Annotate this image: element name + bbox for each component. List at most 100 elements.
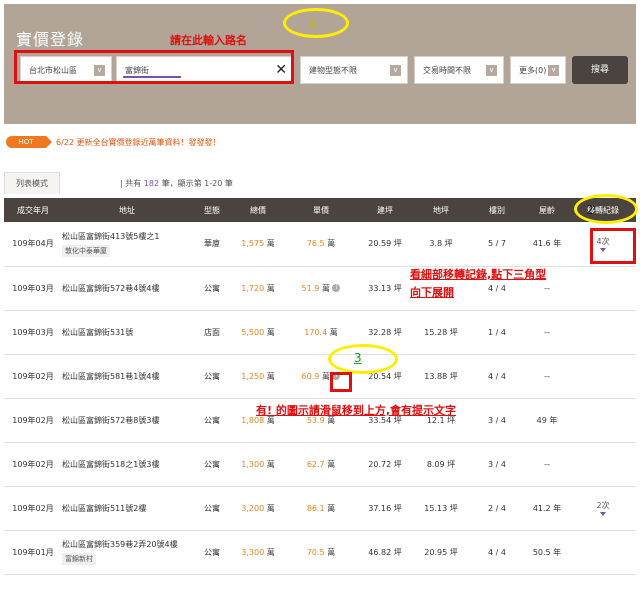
unit-label: 坪 [393, 371, 402, 381]
header-building-area[interactable]: 建坪 [358, 198, 412, 222]
community-tag[interactable]: 富錦新村 [62, 553, 96, 565]
header-land-area[interactable]: 地坪 [412, 198, 470, 222]
result-count-prefix: | 共有 [120, 179, 142, 188]
unit-label: 坪 [449, 327, 458, 337]
address-text[interactable]: 松山區富錦街413號5樓之1 [62, 231, 192, 242]
unit-price: 170.4 [304, 327, 328, 337]
cell-date: 109年02月 [4, 354, 62, 399]
annotation-expand-box [590, 228, 636, 264]
cell-land-area: 8.09 坪 [412, 442, 470, 487]
address-text[interactable]: 松山區富錦街572巷4號4樓 [62, 283, 192, 294]
unit-label: 萬 [327, 503, 336, 513]
cell-land-area: 20.95 坪 [412, 530, 470, 575]
cell-type: 華廈 [192, 222, 232, 267]
cell-transfer [570, 530, 636, 575]
chevron-down-icon: ∨ [548, 65, 559, 76]
unit-label: 坪 [393, 547, 402, 557]
total-price: 5,500 [241, 327, 265, 337]
address-text[interactable]: 松山區富錦街511號2樓 [62, 503, 192, 514]
header-age[interactable]: 屋齡 [524, 198, 570, 222]
cell-unit-price: 70.5 萬 [284, 530, 358, 575]
land-area: 3.8 [429, 239, 443, 249]
table-row[interactable]: 109年02月 松山區富錦街511號2樓 公寓 3,200 萬 86.1 萬 37.16 … [4, 486, 636, 531]
cell-unit-price: 86.1 萬 [284, 486, 358, 531]
cell-date: 109年03月 [4, 266, 62, 311]
trade-time-select[interactable]: 交易時間不限 ∨ [414, 56, 504, 84]
land-area: 8.09 [426, 459, 445, 469]
header-address[interactable]: 地址 [62, 198, 192, 222]
cell-address: 松山區富錦街511號2樓 [62, 486, 192, 531]
cell-building-area: 33.13 坪 [358, 266, 412, 311]
cell-transfer [570, 266, 636, 311]
cell-address: 松山區富錦街531號 [62, 310, 192, 355]
search-button[interactable]: 搜尋 [572, 56, 628, 84]
total-price: 1,720 [241, 283, 265, 293]
transfer-expand-toggle[interactable]: 2次 [596, 500, 610, 516]
address-text[interactable]: 松山區富錦街359巷2弄20號4樓 [62, 539, 192, 550]
total-price: 1,250 [241, 371, 265, 381]
hot-news-link[interactable]: 6/22 更新全台實價登錄近萬筆資料！發發發！ [56, 137, 221, 148]
building-area: 32.28 [368, 327, 392, 337]
table-row[interactable]: 109年03月 松山區富錦街531號 店面 5,500 萬 170.4 萬 32.28 坪… [4, 310, 636, 355]
address-text[interactable]: 松山區富錦街518之1號3樓 [62, 459, 192, 470]
cell-address: 松山區富錦街518之1號3樓 [62, 442, 192, 487]
table-row[interactable]: 109年01月 松山區富錦街359巷2弄20號4樓 富錦新村 公寓 3,300 萬 70.… [4, 530, 636, 575]
unit-label: 坪 [449, 371, 458, 381]
header-type[interactable]: 型態 [192, 198, 232, 222]
page-title: 實價登錄 [16, 30, 85, 49]
unit-label: 萬 [266, 459, 275, 469]
unit-label: 坪 [393, 239, 402, 249]
cell-unit-price: 51.9 萬 i [284, 266, 358, 311]
cell-unit-price: 62.7 萬 [284, 442, 358, 487]
cell-land-area: 15.28 坪 [412, 310, 470, 355]
table-row[interactable]: 109年04月 松山區富錦街413號5樓之1 敦化中泰華廈 華廈 1,575 萬 76.5… [4, 222, 636, 267]
unit-price: 86.1 [306, 503, 325, 513]
address-text[interactable]: 松山區富錦街572巷8號3樓 [62, 415, 192, 426]
more-filters-value: 更多(0) [519, 66, 547, 75]
cell-floor: 3 / 4 [470, 398, 524, 443]
header-floor[interactable]: 樓別 [470, 198, 524, 222]
more-filters-select[interactable]: 更多(0) ∨ [510, 56, 566, 84]
hot-badge: HOT [6, 136, 52, 148]
community-tag[interactable]: 敦化中泰華廈 [62, 244, 110, 257]
unit-label: 萬 [327, 547, 336, 557]
annotation-road-text: 請在此輸入路名 [170, 34, 247, 47]
building-area: 33.13 [368, 283, 392, 293]
table-row[interactable]: 109年02月 松山區富錦街581巷1號4樓 公寓 1,250 萬 60.9 萬 i 20… [4, 354, 636, 399]
triangle-down-icon[interactable] [600, 512, 606, 516]
cell-total: 1,720 萬 [232, 266, 284, 311]
cell-land-area: 13.88 坪 [412, 354, 470, 399]
address-text[interactable]: 松山區富錦街581巷1號4樓 [62, 371, 192, 382]
cell-type: 店面 [192, 310, 232, 355]
total-price: 3,200 [241, 503, 265, 513]
transfer-count: 2次 [596, 501, 610, 510]
info-icon[interactable]: i [332, 284, 341, 292]
header-unit-price[interactable]: 單價 [284, 198, 358, 222]
tab-list-mode[interactable]: 列表模式 [4, 172, 60, 194]
unit-label: 萬 [266, 239, 275, 249]
header-date[interactable]: 成交年月 [4, 198, 62, 222]
unit-label: 坪 [393, 503, 402, 513]
table-row[interactable]: 109年02月 松山區富錦街518之1號3樓 公寓 1,300 萬 62.7 萬 20.7… [4, 442, 636, 487]
trade-time-value: 交易時間不限 [423, 66, 471, 75]
cell-floor: 3 / 4 [470, 442, 524, 487]
cell-total: 3,300 萬 [232, 530, 284, 575]
cell-total: 1,300 萬 [232, 442, 284, 487]
annotation-3-ellipse [328, 344, 398, 374]
annotation-2-number: 2 [586, 203, 594, 217]
unit-label: 萬 [321, 283, 330, 293]
cell-type: 公寓 [192, 486, 232, 531]
cell-age: 41.6 年 [524, 222, 570, 267]
unit-price: 70.5 [306, 547, 325, 557]
annotation-expand-text-2: 向下展開 [410, 286, 454, 299]
address-text[interactable]: 松山區富錦街531號 [62, 327, 192, 338]
cell-total: 3,200 萬 [232, 486, 284, 531]
cell-date: 109年03月 [4, 310, 62, 355]
header-total-price[interactable]: 總價 [232, 198, 284, 222]
cell-date: 109年02月 [4, 442, 62, 487]
cell-building-area: 20.72 坪 [358, 442, 412, 487]
cell-address: 松山區富錦街359巷2弄20號4樓 富錦新村 [62, 530, 192, 575]
cell-age: -- [524, 442, 570, 487]
building-type-select[interactable]: 建物型態不限 ∨ [300, 56, 408, 84]
unit-label: 萬 [266, 327, 275, 337]
